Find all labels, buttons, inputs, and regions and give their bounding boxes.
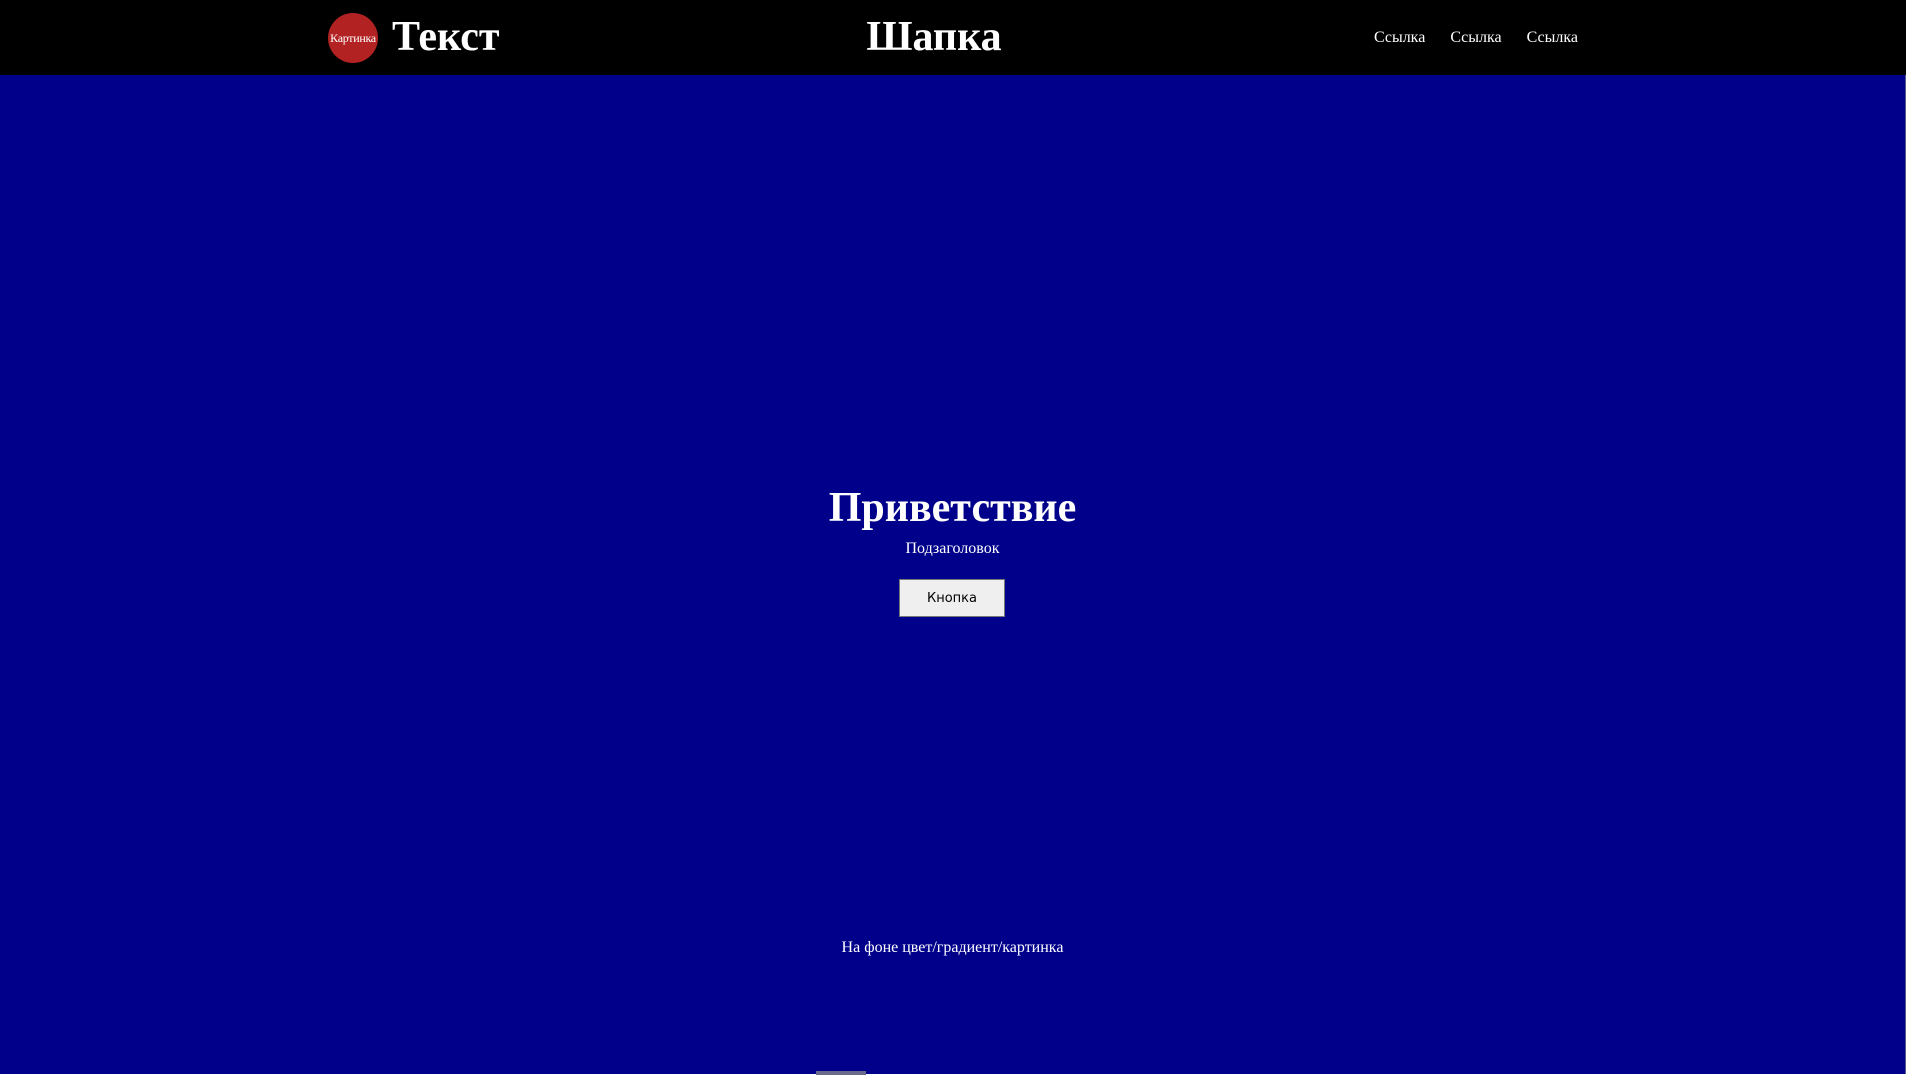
- background-note: На фоне цвет/градиент/картинка: [841, 939, 1064, 956]
- hero-subtitle: Подзаголовок: [905, 540, 1000, 557]
- site-header: Картинка Текст Шапка Ссылка Ссылка Ссылк…: [0, 0, 1906, 75]
- header-title: Шапка: [866, 14, 1002, 60]
- nav-link-1[interactable]: Ссылка: [1374, 26, 1425, 50]
- horizontal-scrollbar-thumb[interactable]: [816, 1071, 866, 1075]
- nav-link-3[interactable]: Ссылка: [1527, 26, 1578, 50]
- hero-title: Приветствие: [828, 485, 1077, 531]
- hero-section: Приветствие Подзаголовок Кнопка На фоне …: [0, 75, 1905, 1074]
- nav-link-2[interactable]: Ссылка: [1450, 26, 1501, 50]
- hero-button[interactable]: Кнопка: [899, 579, 1005, 617]
- header-nav: Ссылка Ссылка Ссылка: [1374, 26, 1578, 50]
